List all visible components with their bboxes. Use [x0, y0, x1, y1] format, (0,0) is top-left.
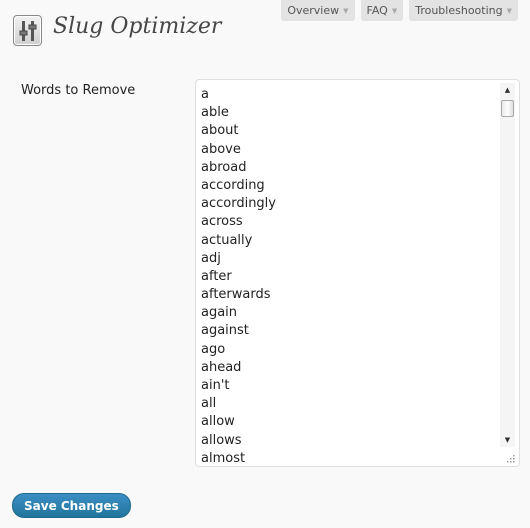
word-list-item: adj — [201, 250, 221, 266]
words-to-remove-label: Words to Remove — [21, 83, 136, 98]
word-list-item: again — [201, 305, 238, 321]
word-list-item: about — [201, 123, 239, 139]
word-list-item: above — [201, 141, 241, 157]
scroll-up-arrow-icon[interactable]: ▲ — [500, 83, 515, 97]
word-list-item: all — [201, 396, 217, 412]
resize-grip-icon[interactable] — [505, 453, 515, 463]
words-to-remove-textarea[interactable]: a able about above abroad according accordingl… — [195, 79, 520, 467]
word-list-item: abroad — [201, 159, 247, 175]
tab-troubleshooting[interactable]: Troubleshooting ▼ — [409, 0, 518, 21]
dropdown-arrow-icon: ▼ — [506, 6, 512, 15]
tab-faq[interactable]: FAQ ▼ — [360, 0, 404, 21]
word-list-item: accordingly — [201, 196, 276, 212]
word-list-item: against — [201, 323, 249, 339]
word-list-item: able — [201, 105, 229, 121]
word-list-item: actually — [201, 232, 253, 248]
dropdown-arrow-icon: ▼ — [391, 6, 398, 15]
settings-page: Slug Optimizer Overview ▼ FAQ ▼ Troubles… — [0, 0, 530, 528]
word-list-item: allow — [201, 414, 235, 430]
word-list-item: ago — [201, 341, 226, 357]
page-title: Slug Optimizer — [53, 14, 222, 39]
sliders-icon — [13, 15, 42, 46]
word-list-item: according — [201, 177, 265, 193]
vertical-scrollbar[interactable]: ▲ ▼ — [500, 83, 515, 447]
dropdown-arrow-icon: ▼ — [343, 6, 349, 15]
word-list-item: after — [201, 268, 232, 284]
tab-label: Overview — [287, 4, 340, 17]
word-list: a able about above abroad according accordingl… — [196, 80, 519, 466]
tab-label: FAQ — [366, 4, 388, 17]
word-list-item: a — [201, 87, 209, 102]
word-list-item: ain't — [201, 378, 230, 393]
tab-label: Troubleshooting — [415, 4, 503, 17]
word-list-item: almost — [201, 450, 246, 466]
tab-overview[interactable]: Overview ▼ — [281, 0, 355, 21]
scrollbar-thumb[interactable] — [501, 100, 514, 117]
scroll-down-arrow-icon[interactable]: ▼ — [500, 433, 515, 447]
word-list-item: afterwards — [201, 287, 271, 303]
word-list-item: allows — [201, 432, 242, 448]
word-list-item: ahead — [201, 359, 242, 375]
save-changes-button[interactable]: Save Changes — [12, 493, 131, 518]
help-tabs: Overview ▼ FAQ ▼ Troubleshooting ▼ — [281, 0, 518, 21]
word-list-item: across — [201, 214, 243, 230]
